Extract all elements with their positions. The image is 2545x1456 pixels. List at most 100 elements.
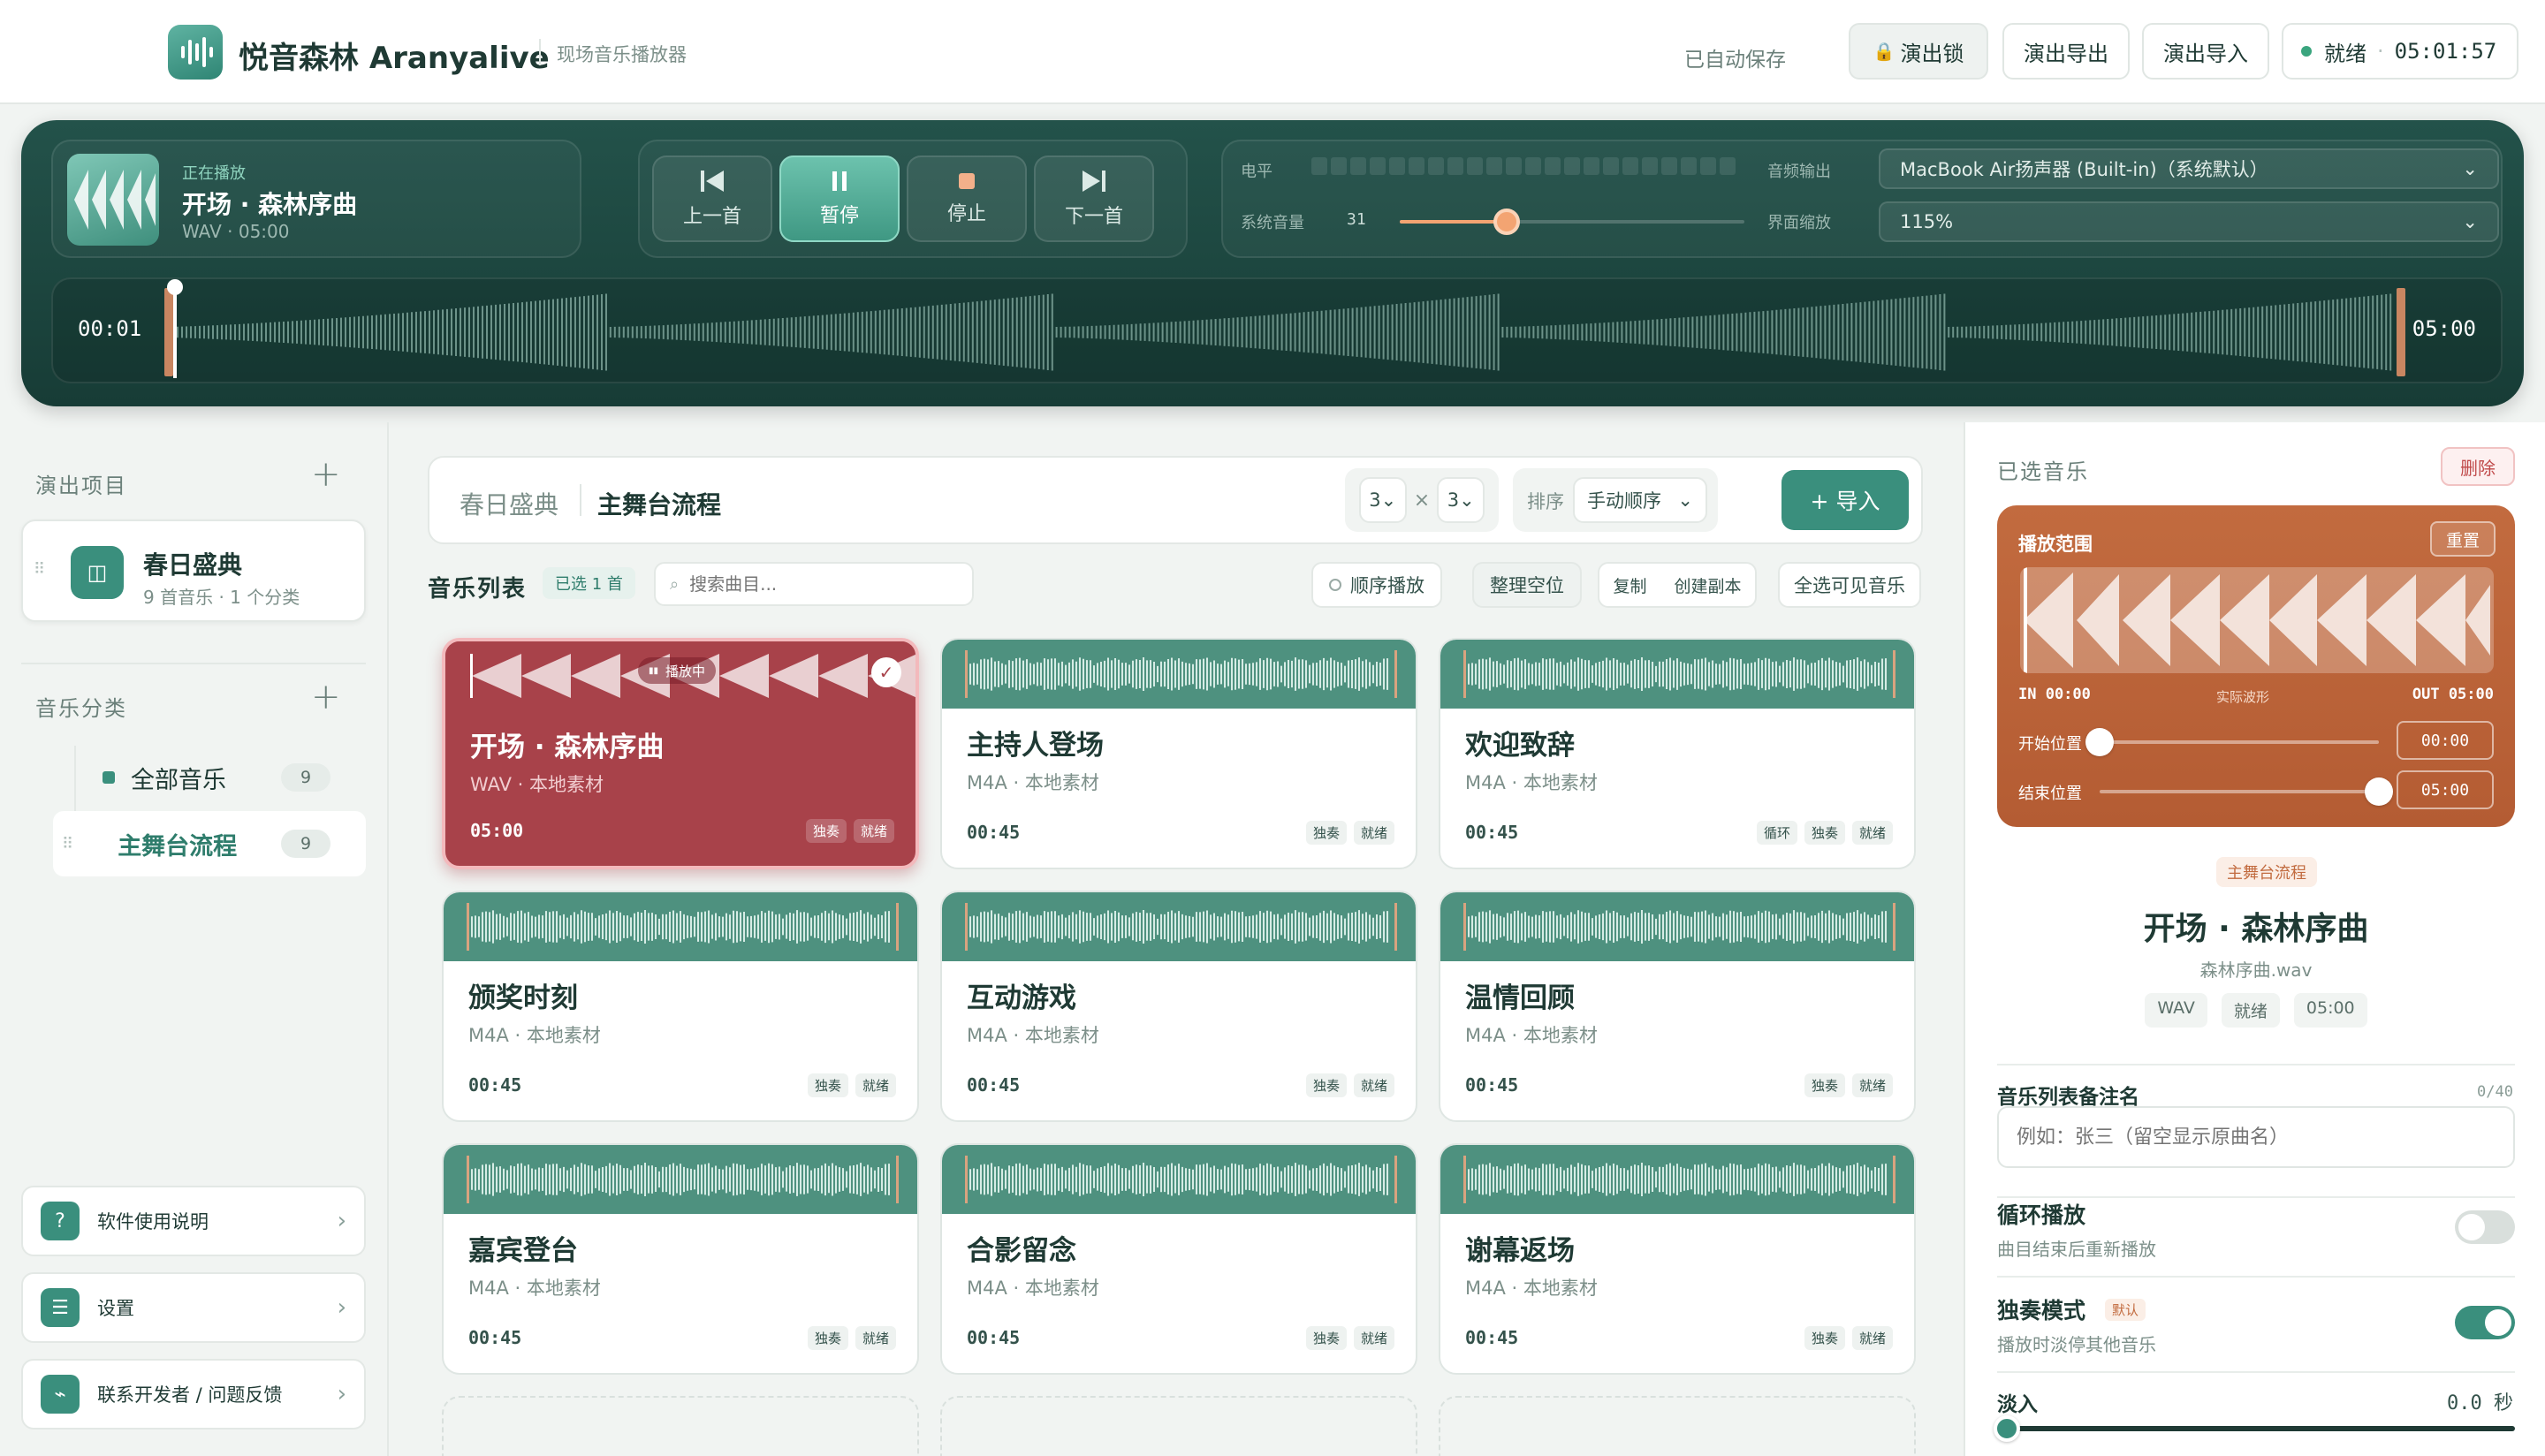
selected-song-file: 森林序曲.wav bbox=[2199, 959, 2313, 981]
music-card[interactable]: 互动游戏 M4A · 本地素材 00:45 独奏 就绪 bbox=[940, 891, 1417, 1122]
card-tag: 独奏 bbox=[805, 819, 847, 843]
show-export-button[interactable]: 演出导出 bbox=[2002, 23, 2130, 80]
music-card[interactable]: 颁奖时刻 M4A · 本地素材 00:45 独奏 就绪 bbox=[442, 891, 919, 1122]
projects-title: 演出项目 bbox=[35, 474, 127, 498]
music-card[interactable]: 谢幕返场 M4A · 本地素材 00:45 独奏 就绪 bbox=[1439, 1143, 1916, 1375]
audio-output-select[interactable]: MacBook Air扬声器 (Built-in)（系统默认） ⌄ bbox=[1879, 148, 2499, 189]
start-position-slider[interactable] bbox=[2085, 728, 2379, 756]
card-tag: 就绪 bbox=[1851, 1073, 1893, 1097]
timeline-waveform[interactable] bbox=[164, 290, 2395, 375]
note-input[interactable] bbox=[1997, 1106, 2515, 1168]
card-duration: 00:45 bbox=[967, 1327, 1021, 1348]
drag-handle-icon[interactable]: ⠿ bbox=[34, 560, 45, 579]
search-input[interactable] bbox=[689, 573, 955, 595]
reset-range-button[interactable]: 重置 bbox=[2430, 521, 2496, 557]
music-grid: 开场 · 森林序曲 WAV · 本地素材 05:00 独奏 就绪 ▮▮ 播放中 ✓ 主持人登场 M… bbox=[442, 638, 1918, 1456]
start-position-label: 开始位置 bbox=[2018, 735, 2082, 754]
waveform-timeline[interactable]: 00:01 05:00 bbox=[51, 277, 2503, 383]
range-title: 播放范围 bbox=[2018, 534, 2093, 555]
status-indicator: 就绪 · 05:01:57 bbox=[2282, 23, 2518, 80]
copy-button[interactable]: 复制 bbox=[1613, 573, 1646, 597]
music-card[interactable]: 合影留念 M4A · 本地素材 00:45 独奏 就绪 bbox=[940, 1143, 1417, 1375]
import-button[interactable]: + 导入 bbox=[1782, 470, 1909, 530]
chevron-down-icon: ⌄ bbox=[2462, 211, 2478, 232]
volume-knob[interactable] bbox=[1493, 209, 1520, 235]
help-button[interactable]: ? 软件使用说明 › bbox=[21, 1186, 366, 1256]
search-box[interactable]: ⌕ bbox=[654, 562, 974, 606]
category-all-music[interactable]: 全部音乐 9 bbox=[53, 753, 366, 802]
end-position-input[interactable]: 05:00 bbox=[2397, 770, 2494, 809]
sequential-play-button[interactable]: 顺序播放 bbox=[1311, 562, 1442, 608]
category-dot-icon bbox=[103, 771, 115, 784]
settings-button[interactable]: ☰ 设置 › bbox=[21, 1272, 366, 1343]
next-button[interactable]: 下一首 bbox=[1034, 155, 1154, 242]
end-position-slider[interactable] bbox=[2100, 777, 2393, 806]
contact-button[interactable]: ⌁ 联系开发者 / 问题反馈 › bbox=[21, 1359, 366, 1429]
duplicate-button[interactable]: 创建副本 bbox=[1674, 573, 1741, 597]
empty-slot[interactable] bbox=[442, 1396, 919, 1456]
select-all-button[interactable]: 全选可见音乐 bbox=[1778, 562, 1921, 608]
fade-in-label: 淡入 bbox=[1997, 1393, 2038, 1416]
project-card[interactable]: ⠿ ◫ 春日盛典 9 首音乐 · 1 个分类 bbox=[21, 519, 366, 622]
card-title: 互动游戏 bbox=[967, 982, 1076, 1014]
level-segment bbox=[1370, 157, 1386, 175]
playhead[interactable] bbox=[167, 279, 183, 378]
empty-slot[interactable] bbox=[940, 1396, 1417, 1456]
solo-toggle[interactable] bbox=[2455, 1306, 2515, 1339]
music-card[interactable]: 主持人登场 M4A · 本地素材 00:45 独奏 就绪 bbox=[940, 638, 1417, 869]
selected-check-icon[interactable]: ✓ bbox=[871, 657, 901, 687]
empty-slot[interactable] bbox=[1439, 1396, 1916, 1456]
grid-cols-select[interactable]: 3 ⌄ bbox=[1358, 477, 1407, 523]
loop-toggle[interactable] bbox=[2455, 1210, 2515, 1244]
start-knob[interactable] bbox=[2085, 728, 2114, 756]
card-subtitle: M4A · 本地素材 bbox=[1465, 1025, 1598, 1046]
tidy-slots-button[interactable]: 整理空位 bbox=[1472, 562, 1582, 608]
drag-handle-icon[interactable]: ⠿ bbox=[62, 835, 73, 853]
delete-button[interactable]: 删除 bbox=[2441, 447, 2515, 486]
grid-rows-select[interactable]: 3 ⌄ bbox=[1437, 477, 1485, 523]
fade-in-slider[interactable] bbox=[1994, 1415, 2515, 1442]
music-card[interactable]: 欢迎致辞 M4A · 本地素材 00:45 循环 独奏 就绪 bbox=[1439, 638, 1916, 869]
out-marker[interactable] bbox=[2397, 288, 2405, 376]
project-name: 春日盛典 bbox=[143, 550, 243, 580]
playing-badge: ▮▮ 播放中 bbox=[638, 657, 717, 684]
add-project-icon[interactable]: + bbox=[311, 454, 341, 495]
show-lock-button[interactable]: 🔒 演出锁 bbox=[1849, 23, 1988, 80]
sort-select[interactable]: 手动顺序 ⌄ bbox=[1573, 477, 1707, 523]
music-card[interactable]: 温情回顾 M4A · 本地素材 00:45 独奏 就绪 bbox=[1439, 891, 1916, 1122]
selected-count-badge: 已选 1 首 bbox=[543, 567, 635, 599]
add-category-icon[interactable]: + bbox=[311, 677, 341, 717]
volume-slider[interactable] bbox=[1400, 209, 1744, 235]
music-card[interactable]: 嘉宾登台 M4A · 本地素材 00:45 独奏 就绪 bbox=[442, 1143, 919, 1375]
now-playing-box: 正在播放 开场 · 森林序曲 WAV · 05:00 bbox=[51, 140, 581, 258]
card-title: 温情回顾 bbox=[1465, 982, 1575, 1014]
waveform-logo-icon bbox=[181, 37, 213, 67]
card-tags: 独奏 就绪 bbox=[807, 1073, 896, 1097]
sort-label: 排序 bbox=[1527, 491, 1564, 512]
level-segment bbox=[1642, 157, 1658, 175]
level-segment bbox=[1486, 157, 1502, 175]
volume-value: 31 bbox=[1347, 210, 1366, 229]
show-import-button[interactable]: 演出导入 bbox=[2142, 23, 2269, 80]
music-card[interactable]: 开场 · 森林序曲 WAV · 本地素材 05:00 独奏 就绪 ▮▮ 播放中 ✓ bbox=[442, 638, 919, 869]
now-playing-title: 开场 · 森林序曲 bbox=[182, 190, 358, 219]
chevron-right-icon: › bbox=[337, 1381, 346, 1407]
card-tags: 独奏 就绪 bbox=[1804, 1073, 1893, 1097]
skip-forward-icon bbox=[1083, 171, 1105, 192]
end-knob[interactable] bbox=[2365, 777, 2393, 806]
card-waveform bbox=[467, 1156, 899, 1203]
format-pill: WAV bbox=[2145, 993, 2207, 1028]
category-main-stage[interactable]: ⠿ 主舞台流程 9 bbox=[53, 811, 366, 876]
in-marker[interactable] bbox=[164, 288, 173, 376]
breadcrumb-project[interactable]: 春日盛典 bbox=[460, 486, 558, 521]
fade-in-knob[interactable] bbox=[1994, 1415, 2020, 1442]
ui-zoom-select[interactable]: 115% ⌄ bbox=[1879, 201, 2499, 242]
stop-button[interactable]: 停止 bbox=[907, 155, 1027, 242]
card-duration: 00:45 bbox=[967, 1074, 1021, 1096]
start-position-input[interactable]: 00:00 bbox=[2397, 721, 2494, 760]
pause-button[interactable]: 暂停 bbox=[779, 155, 900, 242]
album-art bbox=[67, 154, 159, 246]
range-waveform[interactable] bbox=[2020, 567, 2494, 673]
app-name: 悦音森林 Aranyalive bbox=[239, 41, 550, 76]
prev-button[interactable]: 上一首 bbox=[652, 155, 772, 242]
